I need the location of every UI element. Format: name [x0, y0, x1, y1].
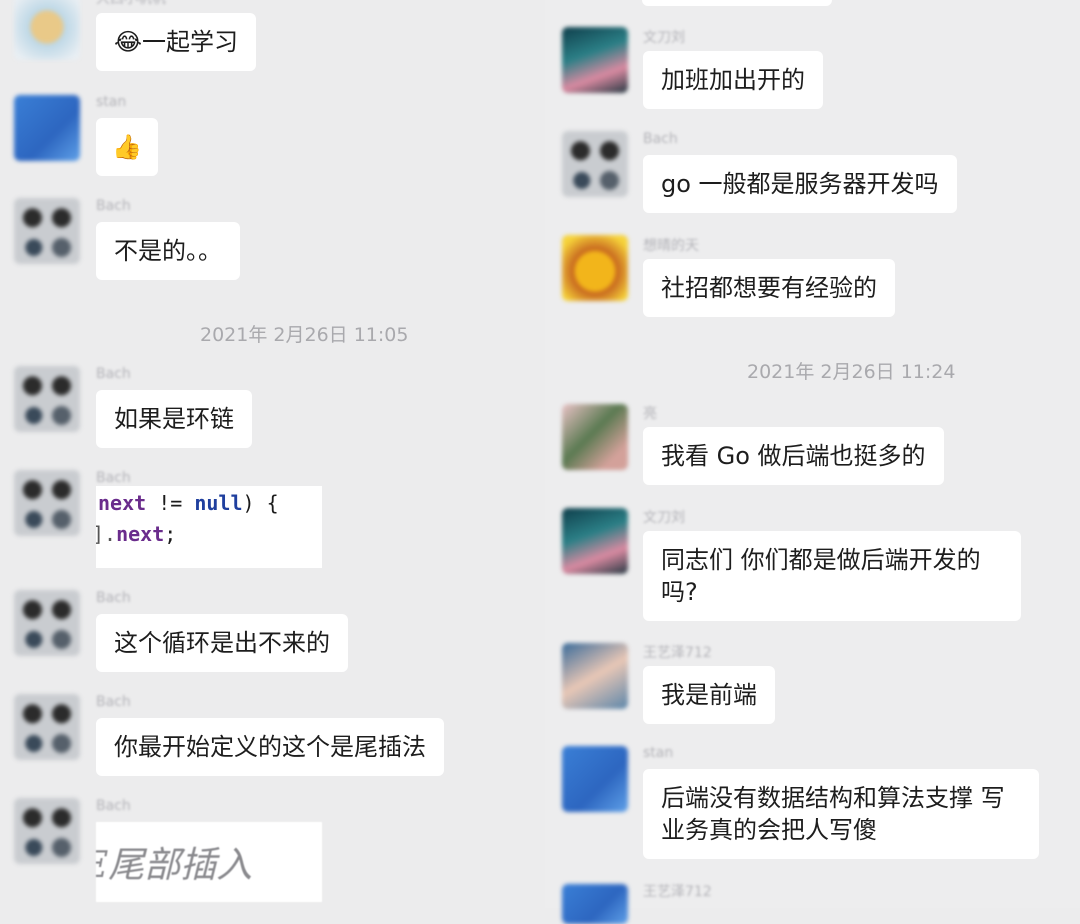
avatar[interactable]: [14, 95, 80, 161]
avatar[interactable]: [562, 884, 628, 924]
message-bubble[interactable]: 😂一起学习: [96, 13, 257, 71]
sender-name: 文刀刘: [643, 30, 685, 46]
avatar[interactable]: [14, 470, 80, 536]
sender-name: Bach: [96, 366, 131, 382]
avatar[interactable]: [562, 235, 628, 301]
avatar[interactable]: [562, 27, 628, 93]
avatar[interactable]: [14, 366, 80, 432]
message-bubble[interactable]: 不是的。。: [96, 222, 240, 280]
message-bubble[interactable]: [642, 0, 832, 6]
avatar[interactable]: [14, 798, 80, 864]
timestamp: 2021年 2月26日 11:05: [200, 324, 409, 346]
sender-name: Bach: [96, 590, 131, 606]
message-bubble[interactable]: 我看 Go 做后端也挺多的: [643, 427, 944, 485]
sender-name: Bach: [96, 198, 131, 214]
sender-name: 文刀刘: [643, 510, 685, 526]
code-snippet-image[interactable]: next != null) { ].next;: [96, 486, 322, 568]
message-bubble[interactable]: 你最开始定义的这个是尾插法: [96, 718, 444, 776]
sender-name: stan: [96, 94, 127, 110]
avatar[interactable]: [562, 508, 628, 574]
sender-name: 王艺泽712: [643, 884, 712, 900]
message-bubble[interactable]: 社招都想要有经验的: [643, 259, 895, 317]
sender-name: Bach: [96, 694, 131, 710]
avatar[interactable]: [14, 590, 80, 656]
sender-name: 想晴的天: [643, 238, 699, 254]
message-bubble[interactable]: 同志们 你们都是做后端开发的吗?: [643, 531, 1021, 621]
timestamp: 2021年 2月26日 11:24: [747, 361, 956, 383]
sender-name: Bach: [96, 798, 131, 814]
sender-name: stan: [643, 745, 674, 761]
avatar[interactable]: [14, 0, 80, 60]
message-bubble[interactable]: 👍: [96, 118, 158, 176]
code-line: next != null) {: [98, 491, 279, 515]
message-bubble[interactable]: 如果是环链: [96, 390, 252, 448]
message-bubble[interactable]: go 一般都是服务器开发吗: [643, 155, 957, 213]
sender-name: Bach: [643, 131, 678, 147]
avatar[interactable]: [562, 404, 628, 470]
sender-name: 王艺泽712: [643, 645, 712, 661]
avatar[interactable]: [14, 694, 80, 760]
avatar[interactable]: [562, 131, 628, 197]
chat-panel-right: 文刀刘 加班加出开的 Bach go 一般都是服务器开发吗 想晴的天 社招都想要…: [545, 0, 1080, 924]
message-bubble[interactable]: 我是前端: [643, 666, 775, 724]
chat-panel-left: 大西小帆帆 😂一起学习 stan 👍 Bach 不是的。。 2021年 2月26…: [0, 0, 545, 908]
code-line: ].next;: [96, 522, 177, 546]
message-bubble[interactable]: 后端没有数据结构和算法支撑 写业务真的会把人写傻: [643, 769, 1039, 859]
sender-name: 亮: [643, 406, 657, 422]
sender-name: Bach: [96, 470, 131, 486]
avatar[interactable]: [562, 643, 628, 709]
message-bubble[interactable]: 加班加出开的: [643, 51, 823, 109]
avatar[interactable]: [14, 198, 80, 264]
avatar[interactable]: [562, 746, 628, 812]
image-message[interactable]: E尾部插入: [96, 822, 322, 902]
message-bubble[interactable]: 这个循环是出不来的: [96, 614, 348, 672]
sender-name: 大西小帆帆: [96, 0, 166, 8]
